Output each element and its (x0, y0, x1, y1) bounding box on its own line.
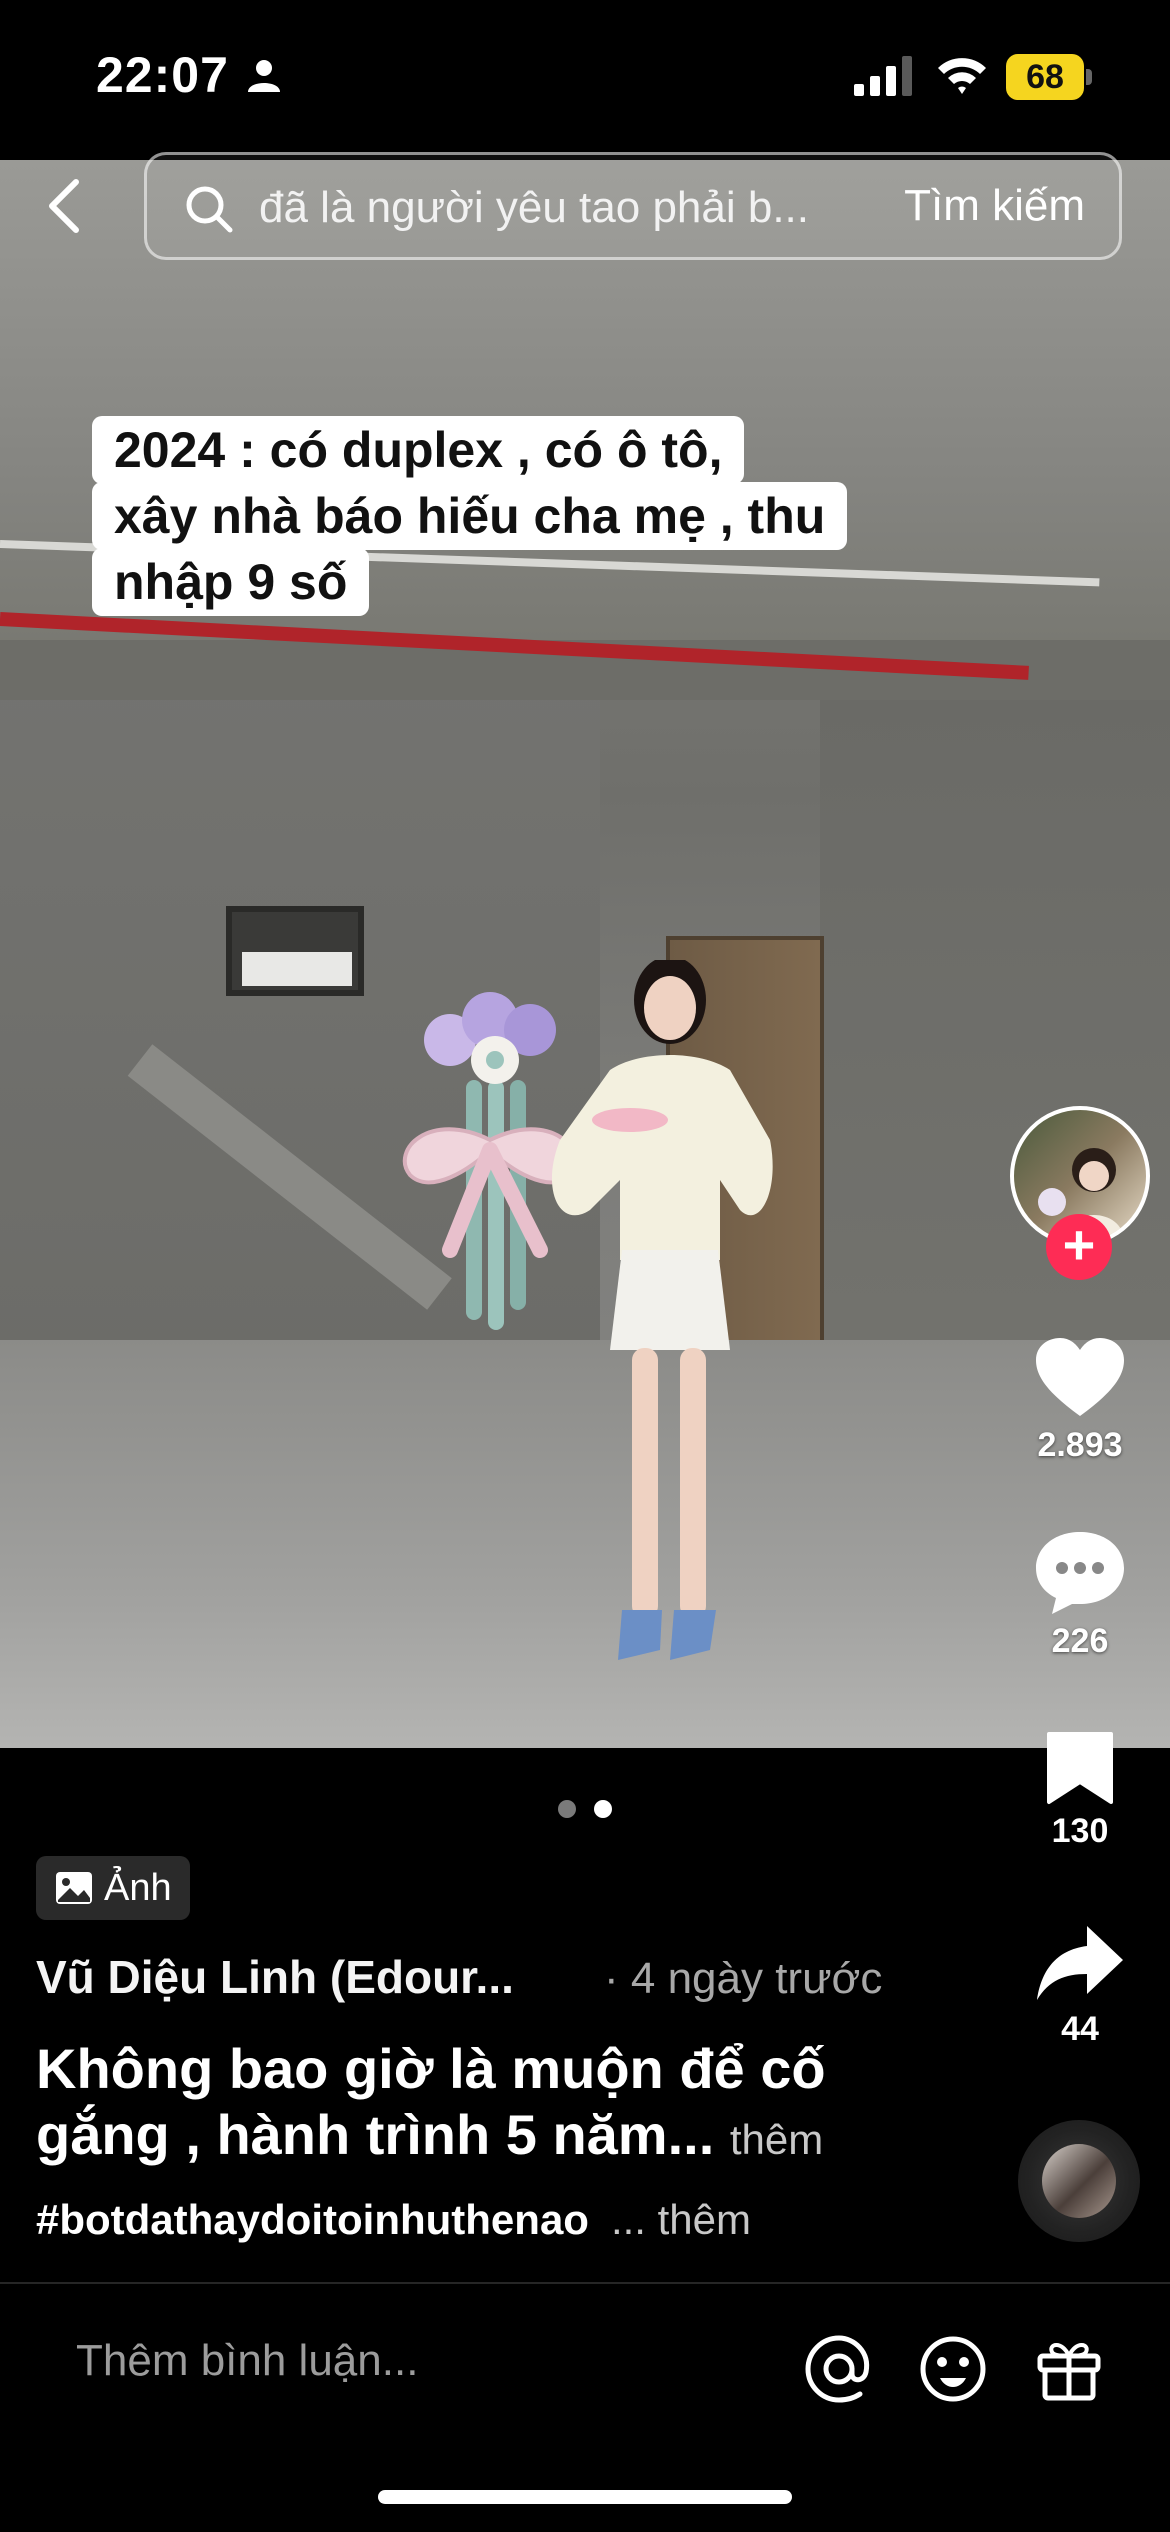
hashtag-link[interactable]: #botdathaydoitoinhuthenao (36, 2196, 589, 2243)
title-more-link[interactable]: thêm (730, 2116, 823, 2163)
hashtag-row: #botdathaydoitoinhuthenao ... thêm (36, 2196, 751, 2244)
heart-icon (1036, 1338, 1124, 1416)
search-bar[interactable]: đã là người yêu tao phải b... Tìm kiếm (144, 152, 1122, 260)
share-arrow-icon (1037, 1926, 1123, 2000)
smiley-icon[interactable] (918, 2334, 988, 2404)
share-button[interactable]: 44 (1010, 1922, 1150, 2049)
search-icon (186, 186, 233, 233)
music-cover (1042, 2144, 1116, 2218)
back-button[interactable] (40, 176, 92, 236)
caption-line: 2024 : có duplex , có ô tô, (92, 416, 745, 484)
battery-level: 68 (1006, 54, 1084, 100)
carousel-dot-active[interactable] (594, 1800, 612, 1818)
music-disc[interactable] (1018, 2120, 1140, 2242)
wifi-icon (938, 58, 986, 94)
post-photo[interactable]: 2024 : có duplex , có ô tô, xây nhà báo … (0, 160, 1170, 1748)
post-title-text: Không bao giờ là muộn để cố gắng , hành … (36, 2037, 826, 2166)
follow-button[interactable]: + (1046, 1214, 1112, 1280)
search-button[interactable]: Tìm kiếm (904, 181, 1085, 231)
photo-caption: 2024 : có duplex , có ô tô, xây nhà báo … (92, 416, 852, 616)
bookmark-icon (1047, 1732, 1113, 1804)
person-icon (248, 60, 280, 92)
divider (0, 2282, 1170, 2284)
author-name[interactable]: Vũ Diệu Linh (Edour... (36, 1950, 556, 2004)
battery-tip (1086, 69, 1092, 85)
search-query[interactable]: đã là người yêu tao phải b... (259, 183, 919, 233)
comment-bubble-icon (1036, 1532, 1124, 1614)
carousel-dot[interactable] (558, 1800, 576, 1818)
battery-indicator: 68 (1006, 54, 1092, 100)
carousel-indicator (556, 1798, 626, 1820)
share-count: 44 (1061, 2010, 1099, 2048)
screen: 22:07 68 2024: có duplex , có ô tô, xây… (0, 0, 1170, 2532)
status-bar: 22:07 68 (0, 0, 1170, 160)
home-indicator[interactable] (378, 2490, 792, 2504)
image-icon (56, 1872, 92, 1904)
comment-button[interactable]: 226 (1010, 1528, 1150, 1661)
gift-icon[interactable] (1034, 2334, 1104, 2404)
status-time: 22:07 (96, 47, 229, 103)
woman-with-balloon-flowers (402, 960, 773, 1660)
like-button[interactable]: 2.893 (1010, 1336, 1150, 1465)
caption-line: xây nhà báo hiếu cha mẹ , thu (92, 482, 848, 550)
cellular-signal-icon (854, 56, 912, 96)
save-button[interactable]: 130 (1010, 1730, 1150, 1851)
comment-count: 226 (1051, 1622, 1109, 1660)
balloon-bouquet (402, 992, 578, 1330)
save-count: 130 (1051, 1812, 1109, 1850)
like-count: 2.893 (1037, 1426, 1123, 1464)
post-title[interactable]: Không bao giờ là muộn để cố gắng , hành … (36, 2036, 916, 2173)
photo-type-badge: Ảnh (36, 1856, 190, 1920)
at-sign-icon[interactable] (804, 2334, 874, 2404)
post-time: · 4 ngày trước (604, 1954, 883, 2003)
hashtag-more-link[interactable]: ... thêm (611, 2196, 751, 2243)
comment-input[interactable]: Thêm bình luận... (76, 2336, 418, 2386)
window-pane (242, 952, 352, 986)
photo-type-label: Ảnh (104, 1867, 172, 1909)
author-row: Vũ Diệu Linh (Edour... · 4 ngày trước (36, 1950, 936, 2004)
caption-line: nhập 9 số (92, 548, 370, 616)
window (226, 906, 364, 996)
